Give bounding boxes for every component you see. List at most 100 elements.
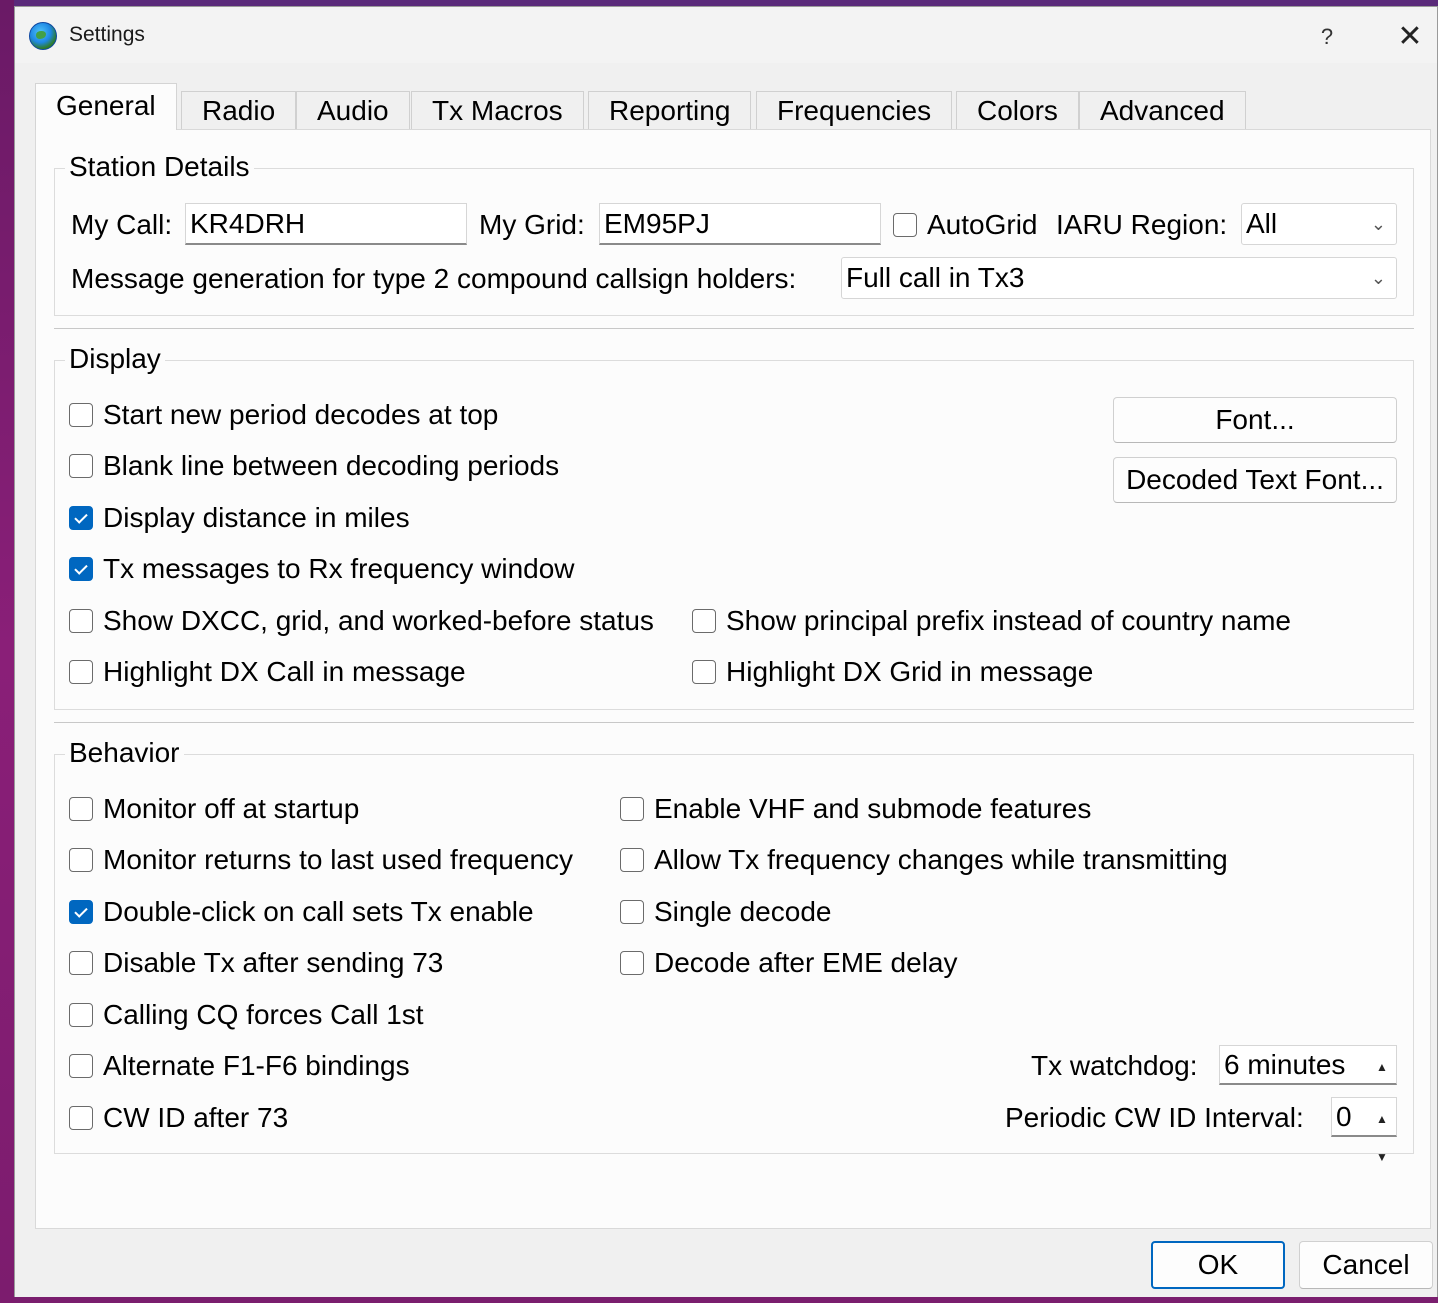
tab-colors[interactable]: Colors — [956, 91, 1079, 129]
tab-bar: General Radio Audio Tx Macros Reporting … — [35, 83, 1431, 130]
my-call-field[interactable]: KR4DRH — [185, 203, 467, 245]
cw-id-interval-spinbox[interactable]: 0 ▲ ▼ — [1331, 1097, 1397, 1164]
my-grid-field[interactable]: EM95PJ — [599, 203, 881, 245]
iaru-region-select[interactable]: All ⌄ — [1241, 203, 1397, 245]
window-title: Settings — [69, 23, 145, 46]
station-details-group: Station Details My Call: KR4DRH My Grid:… — [54, 151, 1414, 316]
tx-watchdog-spinbox[interactable]: 6 minutes ▲ ▼ — [1219, 1045, 1397, 1112]
message-generation-label: Message generation for type 2 compound c… — [71, 263, 797, 294]
monitor-off-checkbox[interactable]: Monitor off at startup — [69, 793, 359, 825]
checkbox-box[interactable] — [620, 797, 644, 821]
close-icon[interactable]: ✕ — [1385, 17, 1435, 57]
tab-radio[interactable]: Radio — [181, 91, 297, 129]
disable-tx-73-checkbox[interactable]: Disable Tx after sending 73 — [69, 947, 443, 979]
highlight-dx-grid-checkbox[interactable]: Highlight DX Grid in message — [692, 656, 1093, 688]
checkbox-box[interactable] — [69, 900, 93, 924]
separator — [54, 328, 1414, 329]
double-click-tx-checkbox[interactable]: Double-click on call sets Tx enable — [69, 896, 534, 928]
chevron-down-icon: ⌄ — [1370, 214, 1386, 234]
checkbox-label: Blank line between decoding periods — [103, 450, 560, 481]
checkbox-box[interactable] — [620, 951, 644, 975]
checkbox-box[interactable] — [692, 609, 716, 633]
behavior-group: Behavior Monitor off at startup Monitor … — [54, 737, 1414, 1164]
checkbox-label: Monitor off at startup — [103, 793, 360, 824]
chevron-down-icon: ⌄ — [1370, 268, 1386, 288]
checkbox-box[interactable] — [69, 1054, 93, 1078]
font-button[interactable]: Font... — [1113, 397, 1397, 443]
desktop-background-left — [0, 0, 14, 1303]
alternate-bindings-checkbox[interactable]: Alternate F1-F6 bindings — [69, 1050, 410, 1082]
dialog-content: General Radio Audio Tx Macros Reporting … — [35, 83, 1431, 1229]
help-button[interactable]: ? — [1305, 17, 1349, 57]
calling-cq-checkbox[interactable]: Calling CQ forces Call 1st — [69, 999, 424, 1031]
checkbox-box[interactable] — [69, 557, 93, 581]
dialog-footer: OK Cancel — [15, 1229, 1437, 1297]
checkbox-label: Calling CQ forces Call 1st — [103, 999, 424, 1030]
highlight-dx-call-checkbox[interactable]: Highlight DX Call in message — [69, 656, 466, 688]
settings-dialog: Settings ? ✕ General Radio Audio Tx Macr… — [14, 6, 1438, 1297]
checkbox-label: Display distance in miles — [103, 502, 410, 533]
checkbox-label: Double-click on call sets Tx enable — [103, 896, 534, 927]
tab-general[interactable]: General — [35, 83, 177, 130]
display-miles-checkbox[interactable]: Display distance in miles — [69, 502, 410, 534]
checkbox-box[interactable] — [69, 609, 93, 633]
allow-tx-freq-changes-checkbox[interactable]: Allow Tx frequency changes while transmi… — [620, 844, 1228, 876]
chevron-down-icon[interactable]: ▼ — [1376, 1138, 1388, 1176]
enable-vhf-checkbox[interactable]: Enable VHF and submode features — [620, 793, 1091, 825]
cancel-button[interactable]: Cancel — [1299, 1241, 1433, 1289]
checkbox-label: Highlight DX Call in message — [103, 656, 466, 687]
my-grid-label: My Grid: — [479, 209, 585, 240]
message-generation-select[interactable]: Full call in Tx3 ⌄ — [841, 257, 1397, 299]
show-dxcc-checkbox[interactable]: Show DXCC, grid, and worked-before statu… — [69, 605, 654, 637]
tab-reporting[interactable]: Reporting — [588, 91, 752, 129]
globe-icon — [29, 22, 57, 50]
message-generation-value: Full call in Tx3 — [846, 262, 1025, 293]
checkbox-label: Decode after EME delay — [654, 947, 958, 978]
cw-id-interval-value: 0 — [1336, 1101, 1352, 1132]
tab-advanced[interactable]: Advanced — [1079, 91, 1246, 129]
checkbox-box[interactable] — [69, 848, 93, 872]
checkbox-box[interactable] — [692, 660, 716, 684]
decode-eme-delay-checkbox[interactable]: Decode after EME delay — [620, 947, 958, 979]
group-title-station: Station Details — [65, 151, 254, 183]
tab-audio[interactable]: Audio — [296, 91, 410, 129]
checkbox-box[interactable] — [69, 454, 93, 478]
checkbox-label: Monitor returns to last used frequency — [103, 844, 574, 875]
checkbox-box[interactable] — [69, 797, 93, 821]
decoded-text-font-button[interactable]: Decoded Text Font... — [1113, 457, 1397, 503]
checkbox-box[interactable] — [893, 213, 917, 237]
spin-arrows[interactable]: ▲ ▼ — [1372, 1048, 1392, 1112]
tab-tx-macros[interactable]: Tx Macros — [411, 91, 584, 129]
checkbox-label: Allow Tx frequency changes while transmi… — [654, 844, 1228, 875]
tx-watchdog-label: Tx watchdog: — [1031, 1050, 1198, 1081]
blank-line-checkbox[interactable]: Blank line between decoding periods — [69, 450, 559, 482]
single-decode-checkbox[interactable]: Single decode — [620, 896, 831, 928]
checkbox-label: Alternate F1-F6 bindings — [103, 1050, 410, 1081]
title-bar: Settings ? ✕ — [15, 7, 1437, 63]
checkbox-label: Show DXCC, grid, and worked-before statu… — [103, 605, 654, 636]
group-title-behavior: Behavior — [65, 737, 184, 769]
checkbox-box[interactable] — [69, 1106, 93, 1130]
tab-frequencies[interactable]: Frequencies — [756, 91, 953, 129]
ok-button[interactable]: OK — [1151, 1241, 1285, 1289]
chevron-up-icon[interactable]: ▲ — [1376, 1100, 1388, 1138]
cw-id-after-73-checkbox[interactable]: CW ID after 73 — [69, 1102, 288, 1134]
checkbox-box[interactable] — [69, 403, 93, 427]
spin-arrows[interactable]: ▲ ▼ — [1372, 1100, 1392, 1164]
checkbox-label: Enable VHF and submode features — [654, 793, 1092, 824]
monitor-returns-checkbox[interactable]: Monitor returns to last used frequency — [69, 844, 573, 876]
autogrid-checkbox[interactable]: AutoGrid — [893, 209, 1038, 241]
checkbox-label: Tx messages to Rx frequency window — [103, 553, 575, 584]
chevron-up-icon[interactable]: ▲ — [1376, 1048, 1388, 1086]
checkbox-box[interactable] — [69, 506, 93, 530]
checkbox-box[interactable] — [69, 660, 93, 684]
checkbox-box[interactable] — [69, 1003, 93, 1027]
tx-to-rx-window-checkbox[interactable]: Tx messages to Rx frequency window — [69, 553, 575, 585]
principal-prefix-checkbox[interactable]: Show principal prefix instead of country… — [692, 605, 1291, 637]
checkbox-box[interactable] — [620, 848, 644, 872]
start-new-period-checkbox[interactable]: Start new period decodes at top — [69, 399, 498, 431]
checkbox-box[interactable] — [620, 900, 644, 924]
cw-id-interval-label: Periodic CW ID Interval: — [1005, 1102, 1304, 1133]
separator — [54, 722, 1414, 723]
checkbox-box[interactable] — [69, 951, 93, 975]
